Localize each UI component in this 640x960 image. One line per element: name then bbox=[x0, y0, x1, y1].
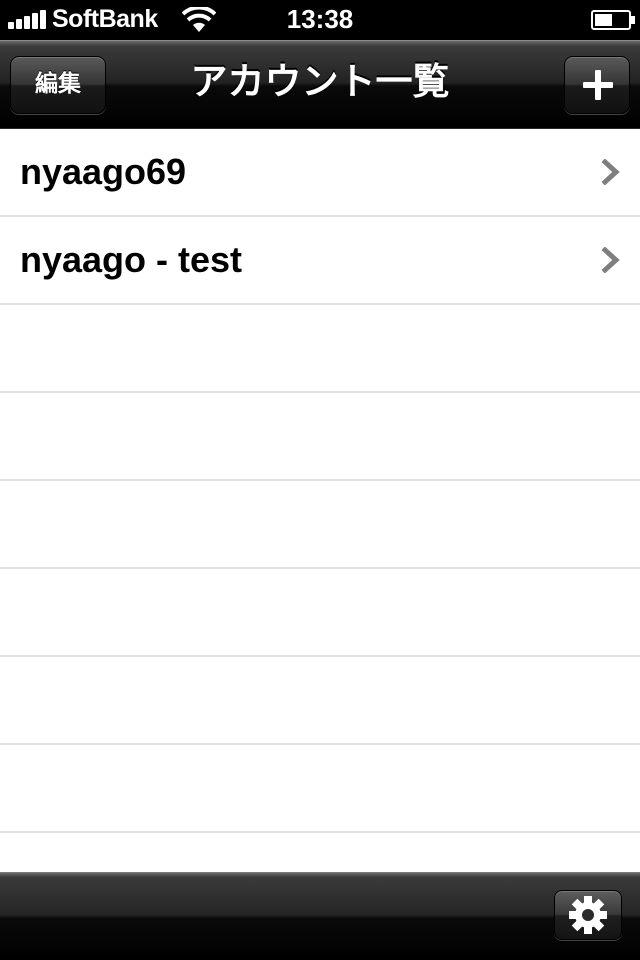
plus-icon bbox=[583, 70, 613, 100]
edit-button[interactable]: 編集 bbox=[10, 56, 106, 114]
battery-icon bbox=[591, 10, 635, 30]
navigation-bar: 編集 アカウント一覧 bbox=[0, 40, 640, 128]
gear-icon bbox=[569, 896, 607, 934]
screen: SoftBank 13:38 編集 アカウント一覧 nyaago69 nyaag… bbox=[0, 0, 640, 960]
account-name: nyaago69 bbox=[20, 151, 187, 192]
account-row[interactable]: nyaago69 bbox=[0, 129, 640, 217]
status-bar: SoftBank 13:38 bbox=[0, 0, 640, 40]
empty-row bbox=[0, 745, 640, 833]
empty-row bbox=[0, 833, 640, 872]
empty-row bbox=[0, 657, 640, 745]
chevron-right-icon bbox=[601, 159, 620, 185]
empty-row bbox=[0, 305, 640, 393]
account-name: nyaago - test bbox=[20, 239, 243, 280]
status-time: 13:38 bbox=[286, 4, 354, 34]
account-row[interactable]: nyaago - test bbox=[0, 217, 640, 305]
chevron-right-icon bbox=[601, 247, 620, 273]
empty-row bbox=[0, 393, 640, 481]
page-title: アカウント一覧 bbox=[190, 60, 450, 103]
add-account-button[interactable] bbox=[564, 56, 630, 114]
bottom-toolbar bbox=[0, 872, 640, 960]
empty-row bbox=[0, 481, 640, 569]
settings-button[interactable] bbox=[554, 890, 622, 940]
empty-row bbox=[0, 569, 640, 657]
account-list: nyaago69 nyaago - test bbox=[0, 128, 640, 872]
